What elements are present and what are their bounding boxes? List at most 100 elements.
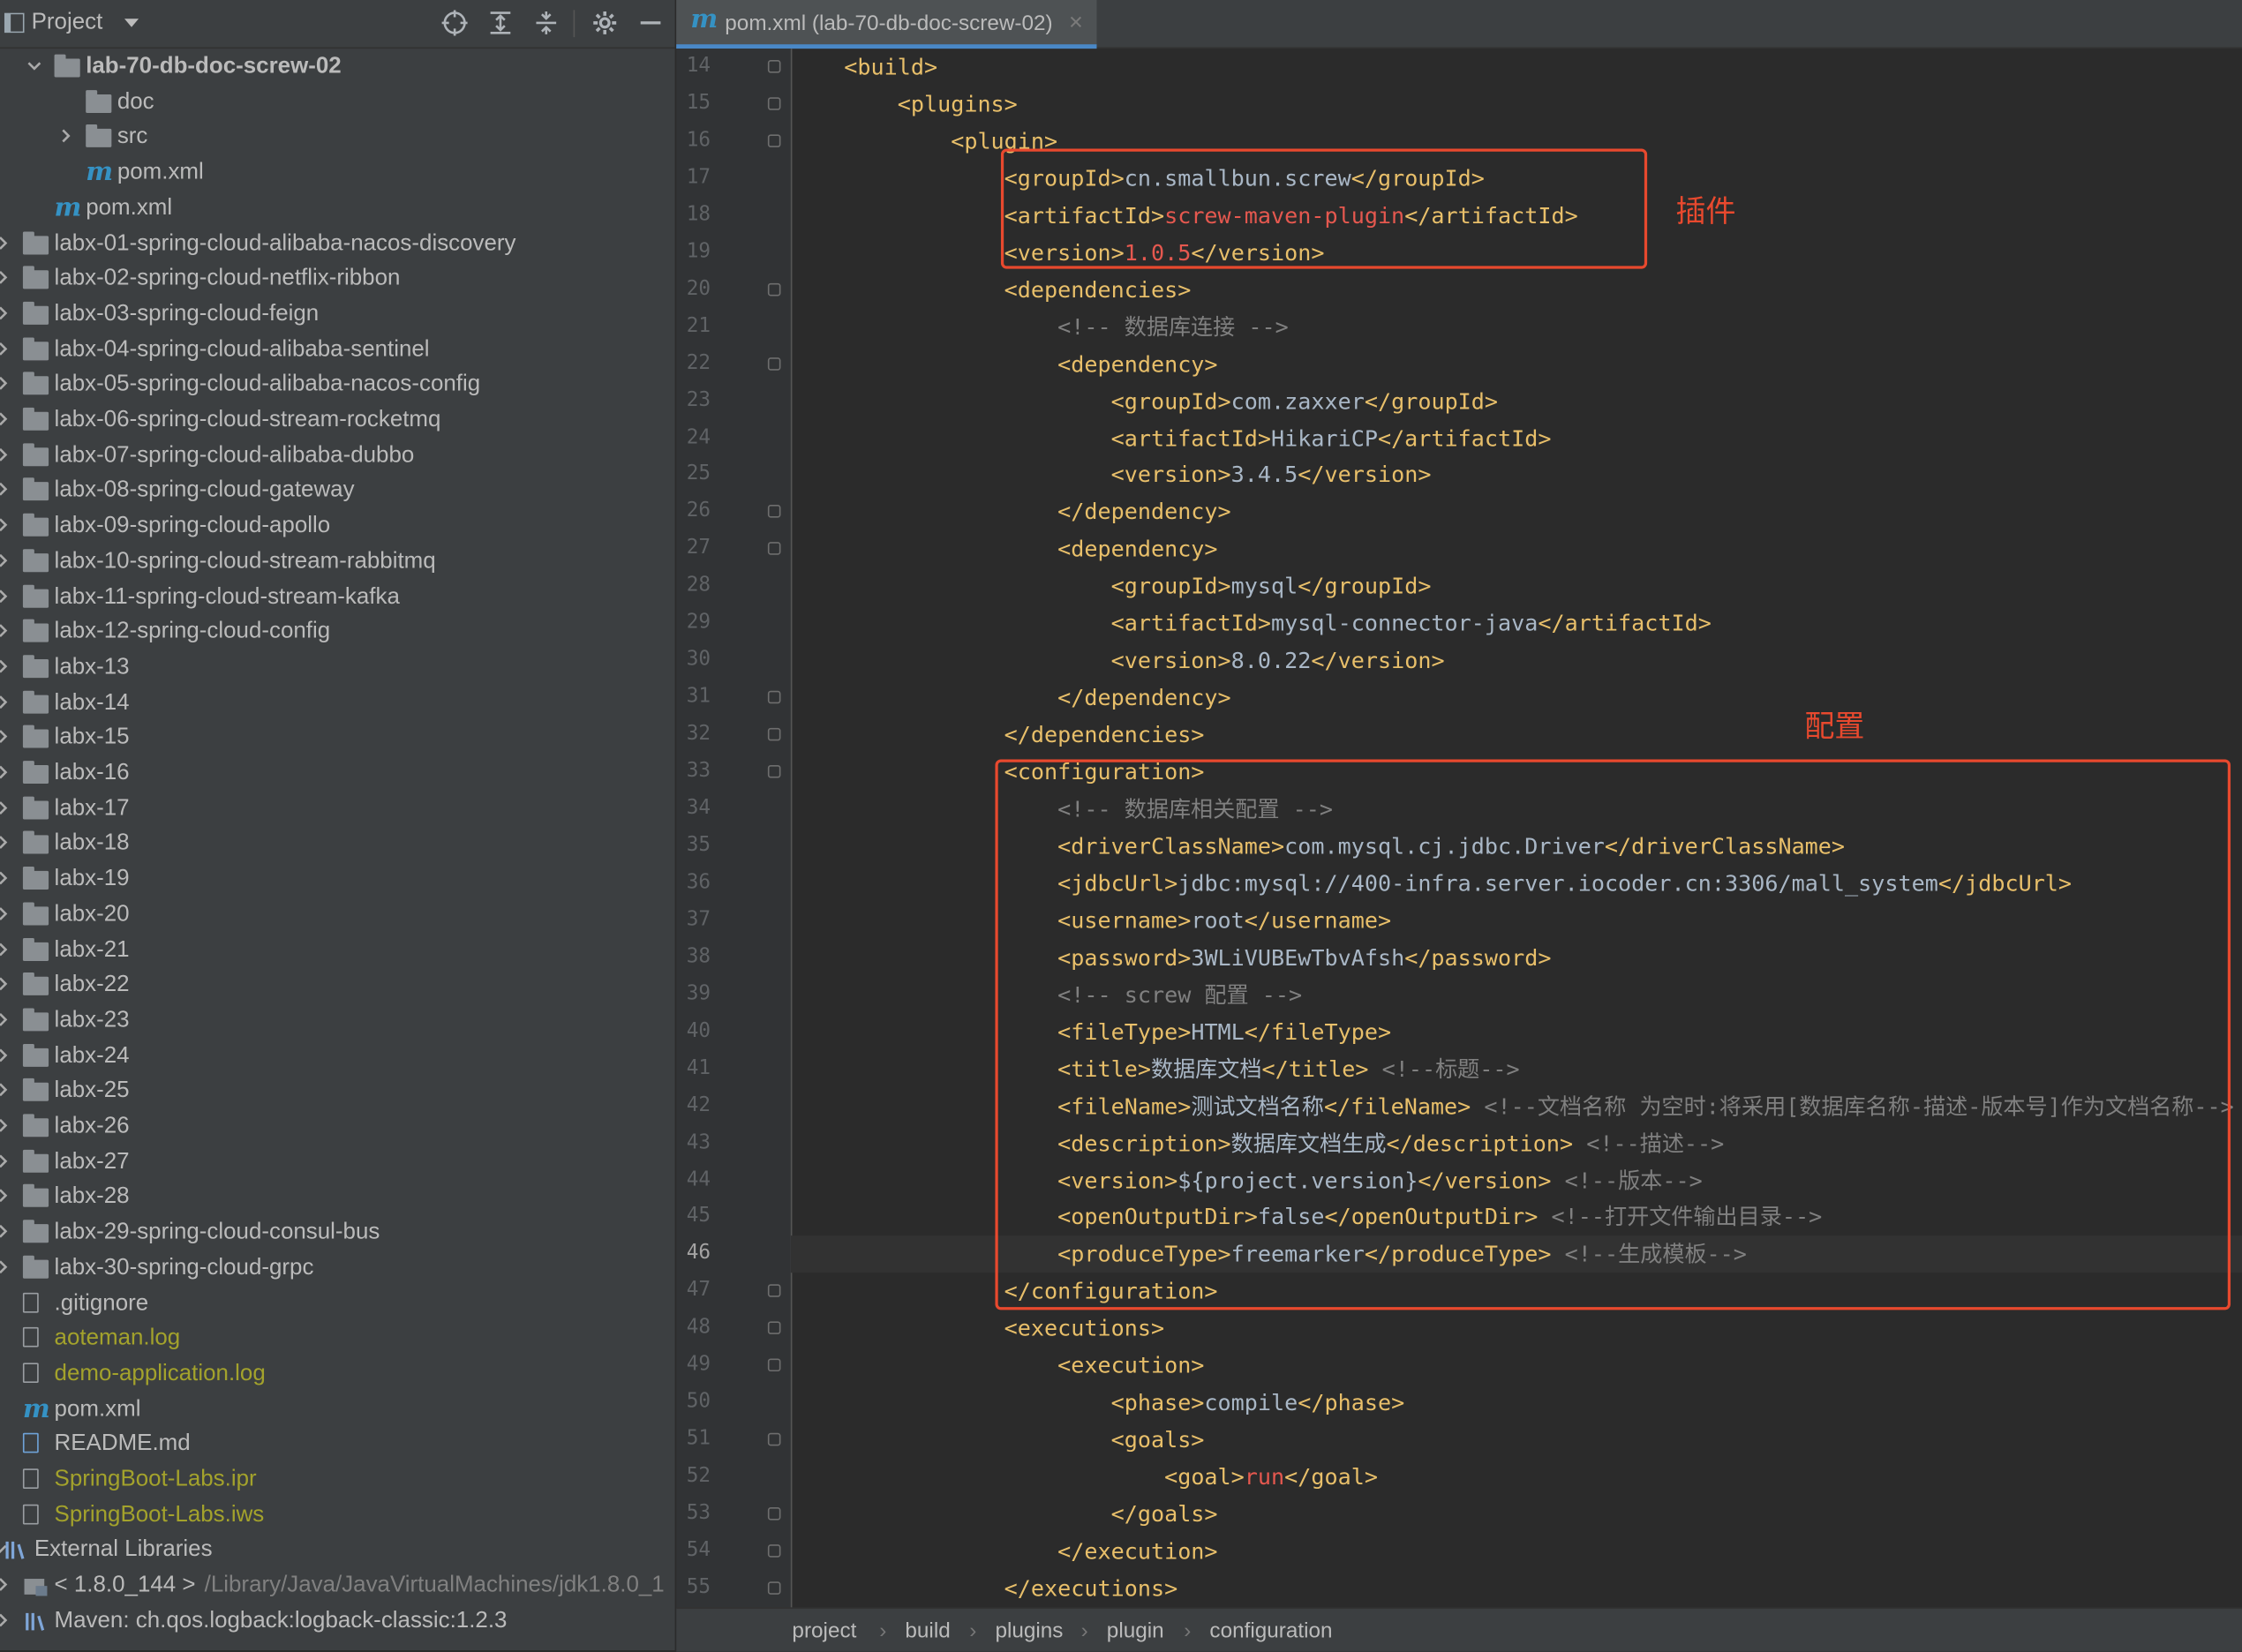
code-line[interactable]: <groupId>mysql</groupId> — [791, 568, 1432, 605]
code-line[interactable]: </dependencies> — [791, 717, 1205, 754]
chevron-right-icon[interactable] — [0, 587, 11, 604]
chevron-right-icon[interactable] — [0, 446, 11, 462]
chevron-right-icon[interactable] — [0, 1188, 11, 1205]
chevron-right-icon[interactable] — [0, 763, 11, 780]
code-line[interactable]: <!-- 数据库连接 --> — [791, 308, 1289, 345]
breadcrumb-item[interactable]: plugin — [1107, 1618, 1164, 1643]
code-line[interactable]: </execution> — [791, 1533, 1217, 1570]
project-panel-title[interactable]: Project — [32, 10, 103, 35]
tree-item[interactable]: aoteman.log — [0, 1322, 675, 1356]
chevron-down-icon[interactable] — [124, 19, 139, 28]
chevron-right-icon[interactable] — [0, 375, 11, 392]
tree-item[interactable]: labx-04-spring-cloud-alibaba-sentinel — [0, 333, 675, 367]
breadcrumb-item[interactable]: project — [792, 1618, 856, 1643]
tree-item[interactable]: labx-07-spring-cloud-alibaba-dubbo — [0, 439, 675, 473]
chevron-right-icon[interactable] — [0, 340, 11, 357]
tab-pom-xml[interactable]: m pom.xml (lab-70-db-doc-screw-02) ✕ — [676, 0, 1097, 49]
chevron-right-icon[interactable] — [0, 1011, 11, 1028]
tree-item[interactable]: labx-09-spring-cloud-apollo — [0, 509, 675, 544]
fold-marker-icon[interactable] — [767, 1432, 781, 1446]
chevron-right-icon[interactable] — [0, 516, 11, 533]
tree-item[interactable]: README.md — [0, 1428, 675, 1462]
tree-item[interactable]: labx-02-spring-cloud-netflix-ribbon — [0, 262, 675, 297]
fold-marker-icon[interactable] — [767, 542, 781, 556]
tree-item[interactable]: SpringBoot-Labs.ipr — [0, 1463, 675, 1498]
tree-item[interactable]: labx-05-spring-cloud-alibaba-nacos-confi… — [0, 368, 675, 402]
chevron-right-icon[interactable] — [0, 552, 11, 568]
tree-item[interactable]: labx-30-spring-cloud-grpc — [0, 1251, 675, 1286]
chevron-right-icon[interactable] — [0, 975, 11, 992]
breadcrumb-item[interactable]: plugins — [995, 1618, 1063, 1643]
fold-marker-icon[interactable] — [767, 1358, 781, 1372]
tree-item[interactable]: labx-15 — [0, 721, 675, 755]
chevron-right-icon[interactable] — [0, 234, 11, 251]
tree-item[interactable]: < 1.8.0_144 > /Library/Java/JavaVirtualMa… — [0, 1569, 675, 1603]
fold-marker-icon[interactable] — [767, 282, 781, 296]
tree-item[interactable]: labx-24 — [0, 1039, 675, 1073]
fold-marker-icon[interactable] — [767, 1507, 781, 1521]
breadcrumb-item[interactable]: build — [905, 1618, 950, 1643]
tree-item[interactable]: lab-70-db-doc-screw-02 — [0, 50, 675, 85]
chevron-right-icon[interactable] — [0, 905, 11, 921]
tree-item[interactable]: doc — [0, 86, 675, 120]
chevron-right-icon[interactable] — [0, 834, 11, 851]
chevron-right-icon[interactable] — [0, 657, 11, 674]
chevron-right-icon[interactable] — [0, 1223, 11, 1240]
gear-icon[interactable] — [592, 10, 618, 35]
tree-item[interactable]: demo-application.log — [0, 1357, 675, 1392]
breadcrumb-item[interactable]: configuration — [1209, 1618, 1332, 1643]
tree-item[interactable]: labx-11-spring-cloud-stream-kafka — [0, 580, 675, 614]
project-view-icon[interactable] — [4, 12, 25, 34]
chevron-right-icon[interactable] — [0, 1576, 11, 1593]
code-line[interactable]: <build> — [791, 49, 937, 86]
code-line[interactable]: </goals> — [791, 1496, 1218, 1533]
chevron-right-icon[interactable] — [0, 481, 11, 498]
chevron-right-icon[interactable] — [0, 869, 11, 886]
fold-marker-icon[interactable] — [767, 727, 781, 741]
code-line[interactable]: <plugins> — [791, 86, 1018, 123]
chevron-down-icon[interactable] — [26, 57, 42, 74]
chevron-right-icon[interactable] — [0, 269, 11, 286]
collapse-all-icon[interactable] — [533, 10, 559, 35]
code-line[interactable]: </executions> — [791, 1570, 1178, 1607]
code-line[interactable]: <goals> — [791, 1422, 1205, 1459]
tree-item[interactable]: m pom.xml — [0, 1393, 675, 1427]
line-number-gutter[interactable]: 14 15 16 17 18 19 20 21 22 23 24 25 26 27 28 29 30 31 32 33… — [676, 49, 793, 1608]
tree-item[interactable]: labx-29-spring-cloud-consul-bus — [0, 1216, 675, 1250]
hide-panel-icon[interactable] — [637, 10, 663, 35]
tree-item[interactable]: labx-10-spring-cloud-stream-rabbitmq — [0, 544, 675, 579]
tree-item[interactable]: labx-13 — [0, 650, 675, 685]
fold-marker-icon[interactable] — [767, 1544, 781, 1558]
tree-item[interactable]: m pom.xml — [0, 191, 675, 226]
fold-marker-icon[interactable] — [767, 1321, 781, 1335]
tree-item[interactable]: labx-19 — [0, 862, 675, 897]
tree-item[interactable]: labx-20 — [0, 897, 675, 932]
fold-marker-icon[interactable] — [767, 1284, 781, 1298]
code-line[interactable]: <version>3.4.5</version> — [791, 457, 1432, 494]
code-line[interactable]: </dependency> — [791, 494, 1231, 531]
chevron-right-icon[interactable] — [0, 1117, 11, 1134]
fold-marker-icon[interactable] — [767, 97, 781, 110]
fold-marker-icon[interactable] — [767, 357, 781, 371]
tree-item[interactable]: labx-17 — [0, 792, 675, 826]
chevron-right-icon[interactable] — [0, 728, 11, 745]
code-line[interactable]: <groupId>com.zaxxer</groupId> — [791, 383, 1498, 420]
tree-item[interactable]: labx-06-spring-cloud-stream-rocketmq — [0, 403, 675, 438]
tree-item[interactable]: src — [0, 121, 675, 155]
code-line[interactable]: </dependency> — [791, 680, 1231, 717]
code-line[interactable]: <executions> — [791, 1310, 1164, 1348]
tree-item[interactable]: labx-27 — [0, 1145, 675, 1180]
chevron-right-icon[interactable] — [57, 128, 74, 145]
chevron-right-icon[interactable] — [0, 693, 11, 710]
fold-marker-icon[interactable] — [767, 765, 781, 778]
chevron-right-icon[interactable] — [0, 1047, 11, 1063]
tree-item[interactable]: m pom.xml — [0, 156, 675, 191]
code-line[interactable]: <phase>compile</phase> — [791, 1385, 1405, 1422]
code-line[interactable]: <dependency> — [791, 531, 1217, 568]
chevron-right-icon[interactable] — [0, 1611, 11, 1628]
tree-item[interactable]: labx-16 — [0, 756, 675, 791]
tree-item[interactable]: labx-25 — [0, 1074, 675, 1108]
chevron-right-icon[interactable] — [0, 1258, 11, 1275]
chevron-right-icon[interactable] — [0, 940, 11, 957]
tree-item[interactable]: SpringBoot-Labs.iws — [0, 1498, 675, 1533]
